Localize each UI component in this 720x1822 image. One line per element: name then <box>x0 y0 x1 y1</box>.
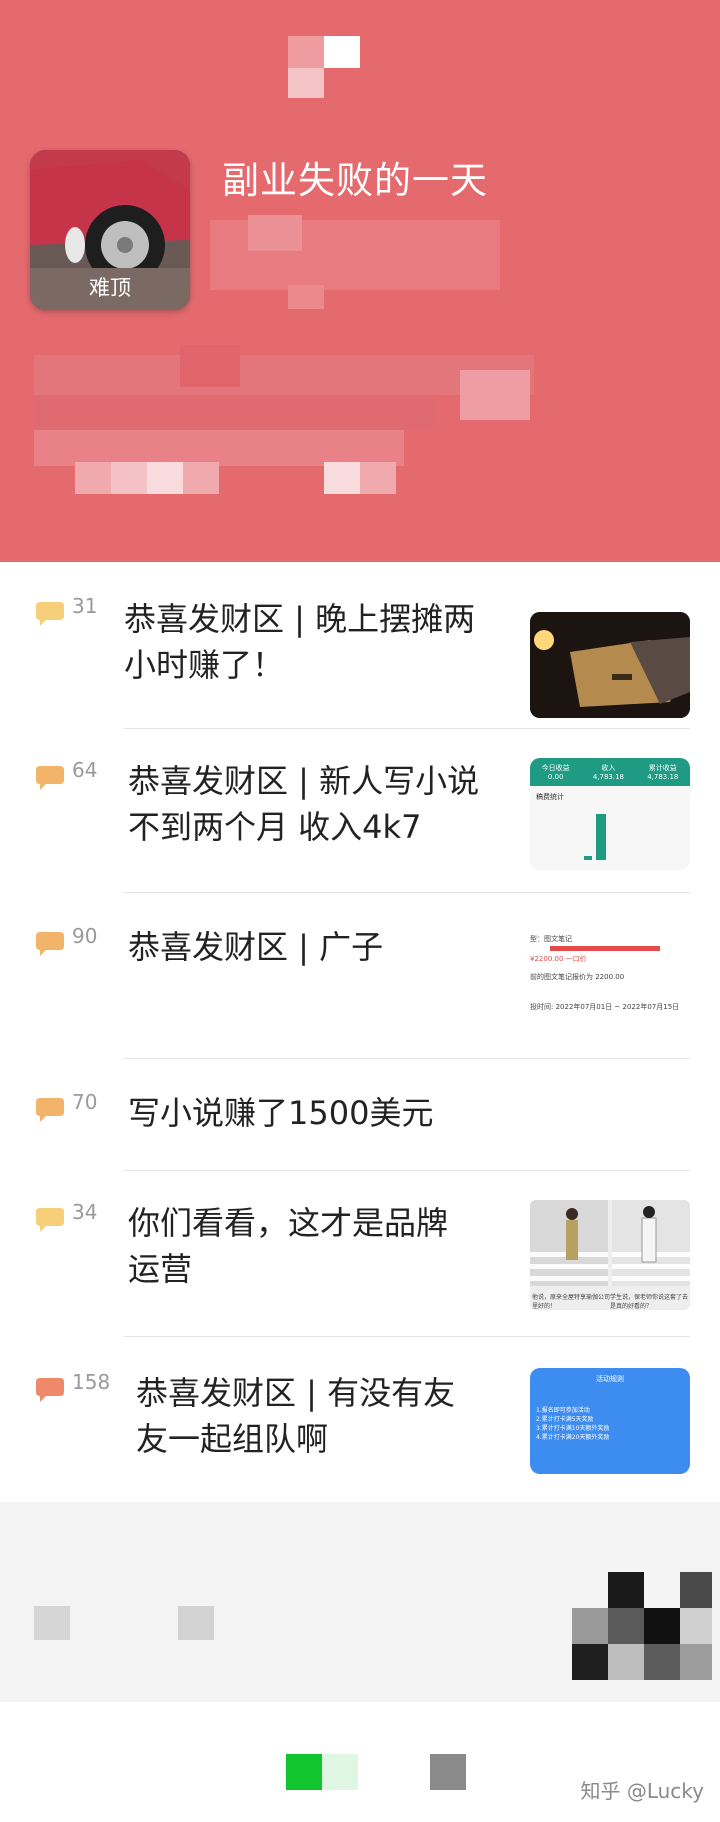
pixel-block <box>288 68 324 98</box>
stats-subtitle: 稿费统计 <box>536 793 564 801</box>
pixel-block <box>34 395 434 429</box>
title-line: 不到两个月 收入4k7 <box>128 808 422 846</box>
reply-count: 34 <box>72 1200 98 1224</box>
title-line: 运营 <box>128 1250 193 1288</box>
thread-row-1[interactable]: 31 恭喜发财区 | 晚上摆摊两 小时赚了！ <box>0 582 720 718</box>
ad-line: 型：图文笔记 <box>530 935 572 943</box>
thread-title: 写小说赚了1500美元 <box>128 1090 433 1136</box>
reply-count: 70 <box>72 1090 98 1114</box>
pixel-block <box>322 1754 358 1790</box>
pixel-block <box>248 215 302 251</box>
stat-cell: 收入 4,783.18 <box>592 764 624 781</box>
group-avatar[interactable]: 难顶 <box>30 150 190 310</box>
thread-thumbnail[interactable] <box>530 612 690 718</box>
team-rules: 1.报名即可参加活动 2.累计打卡满5天奖励 3.累计打卡满10天额外奖励 4.… <box>536 1407 610 1441</box>
thread-title: 你们看看，这才是品牌 运营 <box>128 1200 448 1292</box>
caption-left: 他说，原来全屋特享瑜伽公司里好的！ <box>532 1294 611 1310</box>
title-line: 小时赚了！ <box>124 646 285 684</box>
divider <box>124 1170 690 1171</box>
pixel-block <box>288 285 324 309</box>
pixel-block <box>324 462 360 494</box>
pixel-block <box>460 370 530 420</box>
pixel-block <box>183 462 219 494</box>
comment-bubble-icon <box>36 1208 64 1232</box>
reply-count: 31 <box>72 594 98 618</box>
stat-cell: 今日收益 0.00 <box>541 764 570 781</box>
thread-row-5[interactable]: 34 你们看看，这才是品牌 运营 他说，原来全屋特享瑜伽公司里好的！ 学生说，保… <box>0 1190 720 1340</box>
thread-row-2[interactable]: 64 恭喜发财区 | 新人写小说 不到两个月 收入4k7 今日收益 0.00 收入… <box>0 748 720 898</box>
pixel-block <box>111 462 147 494</box>
pixel-block <box>147 462 183 494</box>
comment-bubble-icon <box>36 1378 64 1402</box>
thread-row-6[interactable]: 158 恭喜发财区 | 有没有友 友一起组队啊 活动规则 1.报名即可参加活动 … <box>0 1356 720 1496</box>
thread-thumbnail[interactable]: 型：图文笔记 ¥2200.00 一口价 前的图文笔记报价为 2200.00 投时… <box>530 928 690 1032</box>
thread-title: 恭喜发财区 | 广子 <box>128 924 383 970</box>
ad-line: 前的图文笔记报价为 2200.00 <box>530 973 625 981</box>
thread-thumbnail[interactable]: 活动规则 1.报名即可参加活动 2.累计打卡满5天奖励 3.累计打卡满10天额外… <box>530 1368 690 1474</box>
ad-line: 投时间: 2022年07月01日 ~ 2022年07月15日 <box>530 1003 680 1011</box>
comment-bubble-icon <box>36 766 64 790</box>
reply-count: 90 <box>72 924 98 948</box>
footer-area: 知乎 @Lucky <box>0 1502 720 1822</box>
pixel-block <box>430 1754 466 1790</box>
comment-bubble-icon <box>36 602 64 626</box>
pixelated-logo <box>288 36 324 68</box>
group-header: 难顶 副业失败的一天 <box>0 0 720 562</box>
title-line: 恭喜发财区 | 新人写小说 <box>128 762 480 800</box>
pixel-block <box>75 462 111 494</box>
watermark: 知乎 @Lucky <box>580 1779 704 1803</box>
caption-right: 学生说，保老师你说这套了去是真的好看的？ <box>610 1294 689 1310</box>
reply-count: 64 <box>72 758 98 782</box>
pixel-block <box>34 430 404 466</box>
thread-title: 恭喜发财区 | 晚上摆摊两 小时赚了！ <box>124 596 475 688</box>
title-line: 恭喜发财区 | 有没有友 <box>136 1374 456 1412</box>
reply-count: 158 <box>72 1370 111 1394</box>
pixel-block <box>178 1606 214 1640</box>
comment-bubble-icon <box>36 1098 64 1122</box>
team-title: 活动规则 <box>596 1375 624 1383</box>
divider <box>124 892 690 893</box>
pixel-block <box>286 1754 322 1790</box>
fashion-photo <box>530 1200 690 1286</box>
divider <box>124 1058 690 1059</box>
stats-bar: 今日收益 0.00 收入 4,783.18 累计收益 4,783.18 <box>530 758 690 786</box>
group-title: 副业失败的一天 <box>222 159 488 202</box>
pixel-block <box>34 1606 70 1640</box>
thread-thumbnail[interactable]: 他说，原来全屋特享瑜伽公司里好的！ 学生说，保老师你说这套了去是真的好看的？ <box>530 1200 690 1310</box>
divider <box>124 728 690 729</box>
fashion-captions: 他说，原来全屋特享瑜伽公司里好的！ 学生说，保老师你说这套了去是真的好看的？ <box>530 1290 690 1310</box>
title-line: 你们看看，这才是品牌 <box>128 1204 449 1242</box>
stats-bar-mark <box>584 856 592 860</box>
stat-cell: 累计收益 4,783.18 <box>647 764 679 781</box>
pixel-block <box>180 345 240 387</box>
redaction-mark <box>550 946 660 951</box>
pixel-block <box>324 36 360 68</box>
divider <box>124 1336 690 1337</box>
thread-row-3[interactable]: 90 恭喜发财区 | 广子 型：图文笔记 ¥2200.00 一口价 前的图文笔记… <box>0 914 720 1064</box>
night-stall-photo <box>530 612 690 718</box>
pixelated-qr <box>572 1572 712 1680</box>
stats-bar-mark <box>596 814 606 860</box>
thread-row-4[interactable]: 70 写小说赚了1500美元 <box>0 1080 720 1170</box>
title-line: 友一起组队啊 <box>136 1420 329 1458</box>
thread-title: 恭喜发财区 | 新人写小说 不到两个月 收入4k7 <box>128 758 479 850</box>
pixel-block <box>34 355 534 395</box>
comment-bubble-icon <box>36 932 64 956</box>
thread-title: 恭喜发财区 | 有没有友 友一起组队啊 <box>136 1370 455 1462</box>
title-line: 恭喜发财区 | 广子 <box>128 928 384 966</box>
title-line: 恭喜发财区 | 晚上摆摊两 <box>124 600 476 638</box>
thread-thumbnail[interactable]: 今日收益 0.00 收入 4,783.18 累计收益 4,783.18 稿费统计 <box>530 758 690 870</box>
title-line: 写小说赚了1500美元 <box>128 1094 434 1132</box>
avatar-label: 难顶 <box>89 276 131 300</box>
pixel-block <box>360 462 396 494</box>
